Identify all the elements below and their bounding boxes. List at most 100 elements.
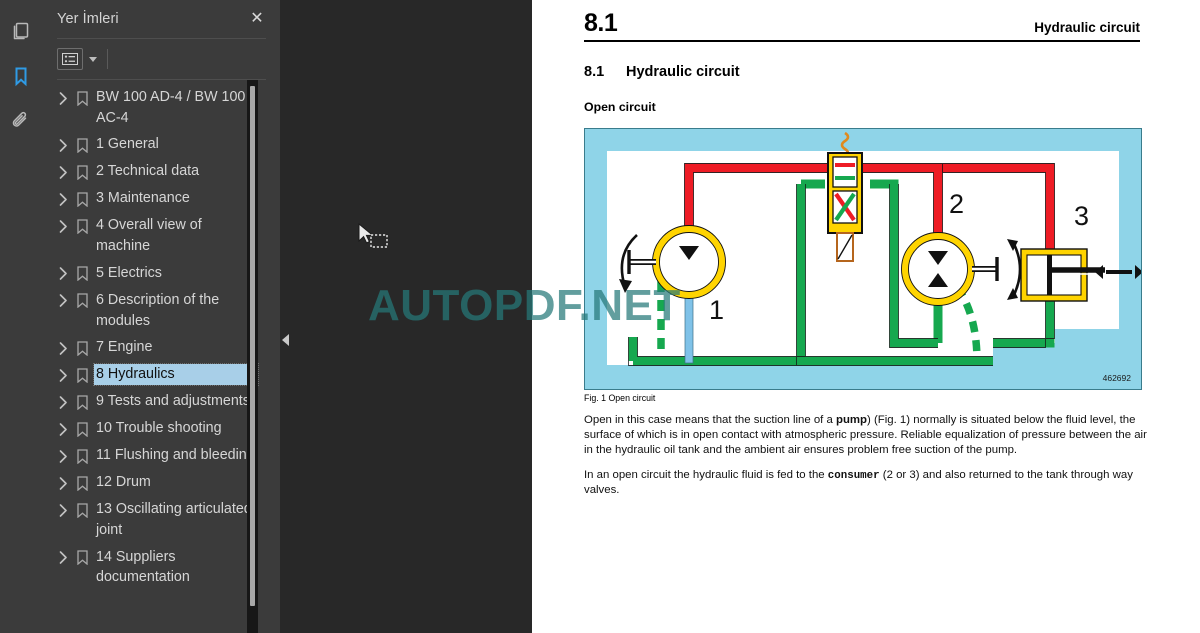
bookmark-item-label: 12 Drum <box>96 474 151 491</box>
bookmark-item[interactable]: 2 Technical data <box>41 158 258 185</box>
bookmark-item-label: 7 Engine <box>96 339 153 356</box>
chevron-right-icon[interactable] <box>55 135 71 155</box>
bookmark-item-label: 1 General <box>96 136 159 153</box>
bookmark-marker-icon <box>71 473 93 493</box>
bookmark-marker-icon <box>71 338 93 358</box>
emphasis-text: pump <box>836 413 868 426</box>
bookmarks-tree-scroll-area: BW 100 AD-4 / BW 100 AC-4 1 General 2 Tech… <box>41 80 280 633</box>
bookmark-marker-icon <box>71 446 93 466</box>
chevron-right-icon[interactable] <box>55 264 71 284</box>
body-paragraph-2: In an open circuit the hydraulic fluid i… <box>584 468 1150 499</box>
bookmark-item[interactable]: 6 Description of the modules <box>41 287 258 334</box>
bookmarks-toolbar <box>41 39 280 79</box>
bookmarks-icon[interactable] <box>0 53 49 98</box>
bookmark-item[interactable]: 10 Trouble shooting <box>41 415 258 442</box>
viewer-backdrop <box>280 0 532 633</box>
attachments-icon[interactable] <box>0 98 41 143</box>
section-title: Hydraulic circuit <box>626 63 740 80</box>
bookmark-item-label: 10 Trouble shooting <box>96 420 222 437</box>
bookmark-item[interactable]: 4 Overall view of machine <box>41 212 258 259</box>
bookmark-item[interactable]: 13 Oscillating articulated joint <box>41 496 258 543</box>
bookmark-item-label: 13 Oscillating articulated joint <box>96 501 252 539</box>
bookmark-item[interactable]: 1 General <box>41 131 258 158</box>
chevron-right-icon[interactable] <box>55 419 71 439</box>
callout-1: 1 <box>709 295 724 325</box>
bookmark-item[interactable]: 8 Hydraulics <box>41 361 259 388</box>
running-header-number: 8.1 <box>584 9 618 37</box>
bookmark-marker-icon <box>71 548 93 568</box>
bookmark-item-label: 4 Overall view of machine <box>96 217 202 255</box>
bookmark-item-label: 3 Maintenance <box>96 190 190 207</box>
bookmark-marker-icon <box>71 392 93 412</box>
marquee-select-cursor <box>357 222 391 252</box>
chevron-right-icon[interactable] <box>55 338 71 358</box>
chevron-right-icon[interactable] <box>55 500 71 520</box>
bookmark-item-label: 5 Electrics <box>96 264 162 281</box>
bookmark-item[interactable]: 11 Flushing and bleeding <box>41 442 258 469</box>
body-text: Open in this case means that the suction… <box>584 413 837 426</box>
chevron-right-icon[interactable] <box>55 216 71 236</box>
bookmark-item-label: 8 Hydraulics <box>93 363 259 387</box>
bookmarks-panel: Yer İmleri ✕ BW 100 AD-4 / BW 100 AC-4 1 … <box>41 0 280 633</box>
pdf-viewer-window: Yer İmleri ✕ BW 100 AD-4 / BW 100 AC-4 1 … <box>0 0 1200 633</box>
bookmark-item-label: 6 Description of the modules <box>96 291 220 329</box>
close-icon[interactable]: ✕ <box>248 11 266 27</box>
sidebar-icon-rail <box>0 0 49 633</box>
bookmark-marker-icon <box>71 365 93 385</box>
bookmark-marker-icon <box>71 189 93 209</box>
bookmark-marker-icon <box>71 135 93 155</box>
scrollbar-thumb[interactable] <box>250 86 255 606</box>
chevron-down-icon[interactable] <box>89 56 97 62</box>
subsection-heading: Open circuit <box>584 99 656 114</box>
bookmark-item-label: BW 100 AD-4 / BW 100 AC-4 <box>96 89 246 126</box>
bookmark-item-label: 9 Tests and adjustments <box>96 393 250 410</box>
hydraulic-circuit-diagram: 1 2 3 <box>585 128 1141 389</box>
chevron-right-icon[interactable] <box>55 189 71 209</box>
bookmark-item[interactable]: 9 Tests and adjustments <box>41 388 258 415</box>
pdf-page: 8.1 Hydraulic circuit 8.1 Hydraulic circ… <box>532 0 1200 633</box>
chevron-right-icon[interactable] <box>55 291 71 311</box>
body-text: In an open circuit the hydraulic fluid i… <box>584 468 828 481</box>
bookmark-marker-icon <box>71 419 93 439</box>
page-running-header: 8.1 Hydraulic circuit <box>584 0 1140 42</box>
bookmarks-panel-header: Yer İmleri ✕ <box>41 0 280 38</box>
bookmark-marker-icon <box>71 162 93 182</box>
bookmark-item[interactable]: 14 Suppliers documentation <box>41 544 258 591</box>
panel-collapse-handle[interactable] <box>280 329 290 351</box>
figure-id-number: 462692 <box>1102 372 1131 383</box>
hydraulic-circuit-figure: 1 2 3 462692 <box>584 127 1142 390</box>
bookmark-marker-icon <box>71 88 93 108</box>
bookmark-options-button[interactable] <box>57 48 83 70</box>
chevron-right-icon[interactable] <box>55 162 71 182</box>
bookmark-item[interactable]: 5 Electrics <box>41 260 258 287</box>
toolbar-divider <box>107 49 108 69</box>
bookmark-marker-icon <box>71 216 93 236</box>
figure-caption: Fig. 1 Open circuit <box>584 392 656 403</box>
bookmark-marker-icon <box>71 264 93 284</box>
callout-2: 2 <box>949 189 964 219</box>
bookmark-item[interactable]: 7 Engine <box>41 334 258 361</box>
section-heading: 8.1 Hydraulic circuit <box>584 64 1140 80</box>
bookmarks-panel-title: Yer İmleri <box>57 11 119 27</box>
bookmark-item[interactable]: 12 Drum <box>41 469 258 496</box>
body-paragraph-1: Open in this case means that the suction… <box>584 413 1150 458</box>
chevron-right-icon[interactable] <box>55 365 71 385</box>
thumbnails-icon[interactable] <box>0 8 41 53</box>
section-number: 8.1 <box>584 63 605 80</box>
chevron-right-icon[interactable] <box>55 548 71 568</box>
bookmark-marker-icon <box>71 500 93 520</box>
running-header-title: Hydraulic circuit <box>1034 19 1140 35</box>
bookmark-item-label: 11 Flushing and bleeding <box>96 447 255 464</box>
bookmarks-scrollbar[interactable] <box>247 80 258 633</box>
bookmark-item-label: 14 Suppliers documentation <box>96 548 190 586</box>
callout-3: 3 <box>1074 201 1089 231</box>
chevron-left-icon <box>281 334 289 346</box>
chevron-right-icon[interactable] <box>55 473 71 493</box>
chevron-right-icon[interactable] <box>55 446 71 466</box>
bookmarks-tree: BW 100 AD-4 / BW 100 AC-4 1 General 2 Tech… <box>41 84 280 591</box>
bookmark-marker-icon <box>71 291 93 311</box>
bookmark-item[interactable]: BW 100 AD-4 / BW 100 AC-4 <box>41 84 258 131</box>
chevron-right-icon[interactable] <box>55 392 71 412</box>
bookmark-item[interactable]: 3 Maintenance <box>41 185 258 212</box>
chevron-right-icon[interactable] <box>55 88 71 108</box>
